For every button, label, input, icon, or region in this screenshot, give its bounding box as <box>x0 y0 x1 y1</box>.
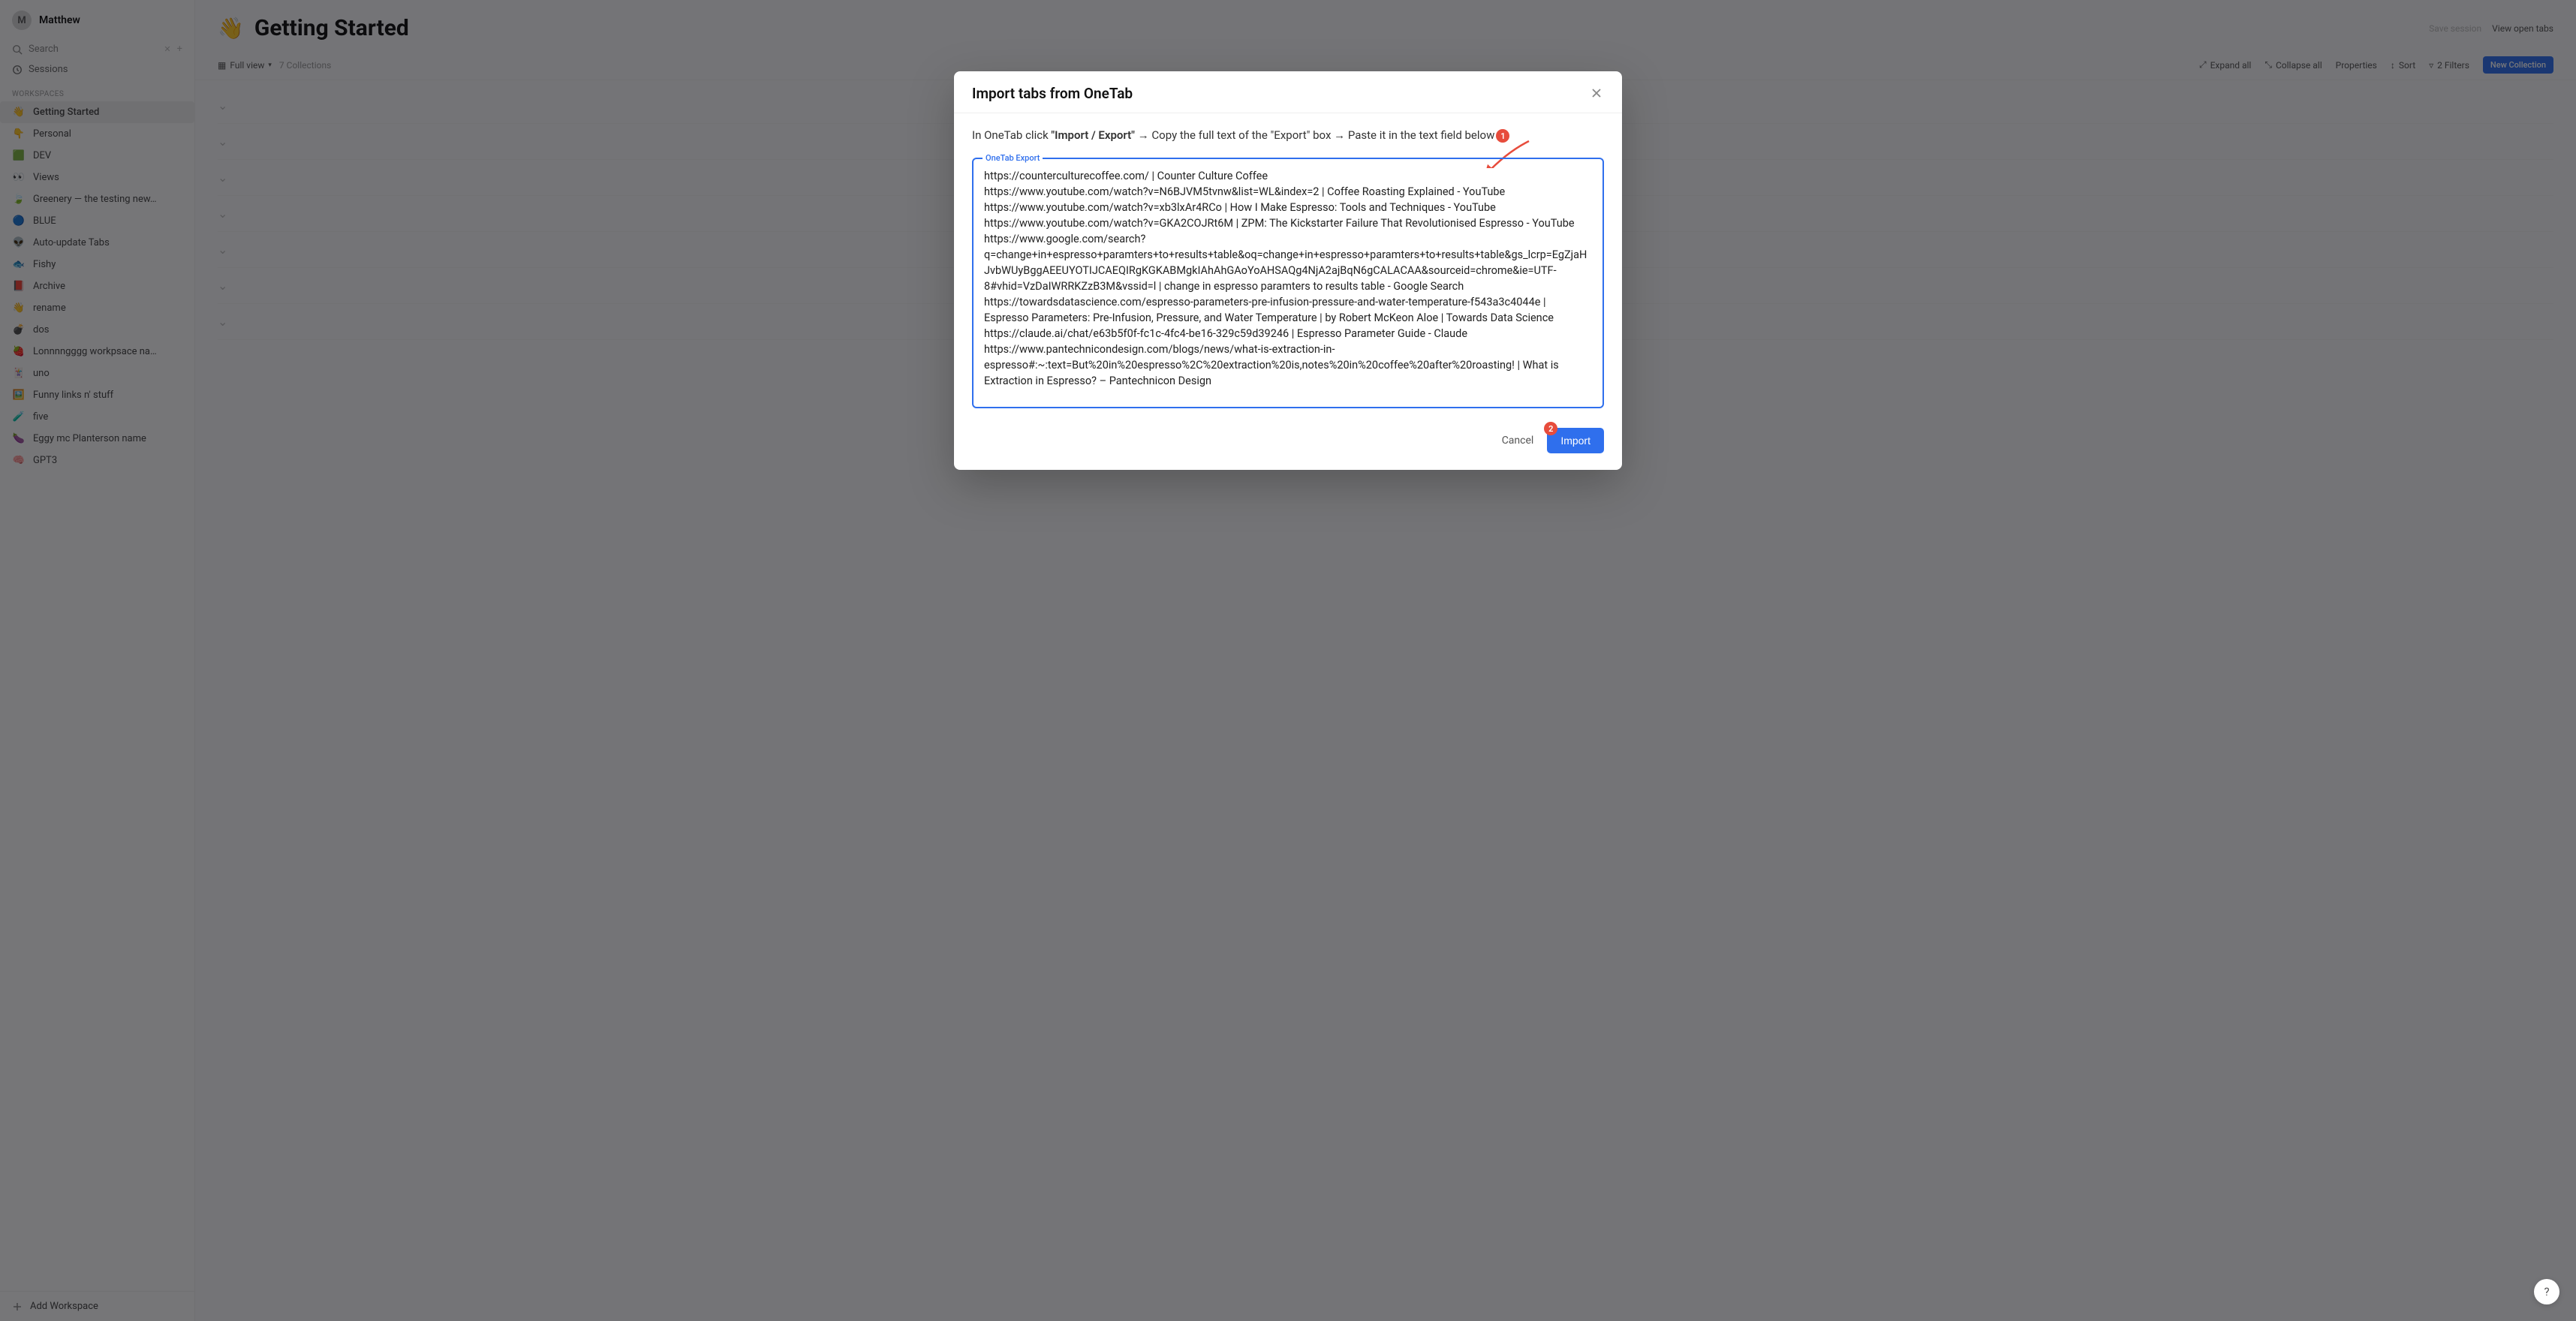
instruction-bold: "Import / Export" <box>1051 128 1135 142</box>
modal-overlay[interactable]: Import tabs from OneTab In OneTab click … <box>0 0 2576 1321</box>
modal-header: Import tabs from OneTab <box>954 71 1622 113</box>
onetab-export-field: OneTab Export <box>972 158 1604 408</box>
help-button[interactable]: ? <box>2534 1279 2559 1304</box>
instruction-text: In OneTab click "Import / Export" → Copy… <box>972 128 1604 143</box>
onetab-export-textarea[interactable] <box>984 168 1592 393</box>
import-modal: Import tabs from OneTab In OneTab click … <box>954 71 1622 470</box>
modal-title: Import tabs from OneTab <box>972 85 1133 102</box>
field-legend: OneTab Export <box>983 153 1043 163</box>
instruction-pre: In OneTab click <box>972 128 1051 142</box>
modal-footer: Cancel 2 Import <box>954 416 1622 470</box>
instruction-mid: → Copy the full text of the "Export" box… <box>1135 128 1494 142</box>
close-icon[interactable] <box>1590 87 1604 101</box>
modal-body: In OneTab click "Import / Export" → Copy… <box>954 113 1622 416</box>
annotation-badge-1: 1 <box>1496 129 1509 143</box>
cancel-button[interactable]: Cancel <box>1502 435 1534 447</box>
